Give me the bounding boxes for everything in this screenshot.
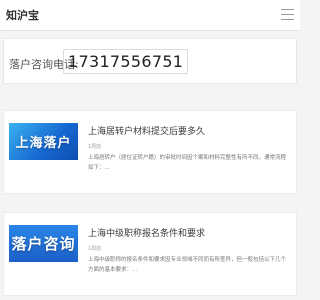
article-excerpt: 上海居转户（居住证转户籍）的审批时间因个案和材料完整性有所不同。通常流程如下：.… bbox=[88, 155, 287, 171]
brand-logo[interactable]: 知沪宝 bbox=[6, 7, 39, 23]
article-card[interactable]: 落户咨询 上海中级职称报名条件和要求 1周前 上海中级职称的报名条件和要求因专业… bbox=[3, 212, 297, 296]
thumbnail-text: 落户咨询 bbox=[11, 235, 76, 253]
contact-box: 落户咨询电话: 17317556751 bbox=[3, 38, 297, 84]
article-thumbnail[interactable]: 落户咨询 bbox=[9, 225, 78, 262]
menu-icon[interactable] bbox=[281, 9, 294, 20]
article-card[interactable]: 上海落户 上海居转户材料提交后要多久 1周前 上海居转户（居住证转户籍）的审批时… bbox=[3, 110, 297, 194]
phone-number-link[interactable]: 17317556751 bbox=[63, 49, 189, 74]
article-title[interactable]: 上海居转户材料提交后要多久 bbox=[88, 124, 205, 137]
top-bar: 知沪宝 bbox=[0, 0, 300, 31]
article-excerpt: 上海中级职称的报名条件和要求因专业领域不同而有所差异，但一般包括以下几个方面的基… bbox=[88, 257, 287, 273]
thumbnail-text: 上海落户 bbox=[15, 136, 72, 151]
article-date: 1周前 bbox=[88, 144, 102, 150]
article-date: 1周前 bbox=[88, 246, 102, 252]
article-thumbnail[interactable]: 上海落户 bbox=[9, 123, 78, 160]
article-title[interactable]: 上海中级职称报名条件和要求 bbox=[88, 226, 205, 239]
